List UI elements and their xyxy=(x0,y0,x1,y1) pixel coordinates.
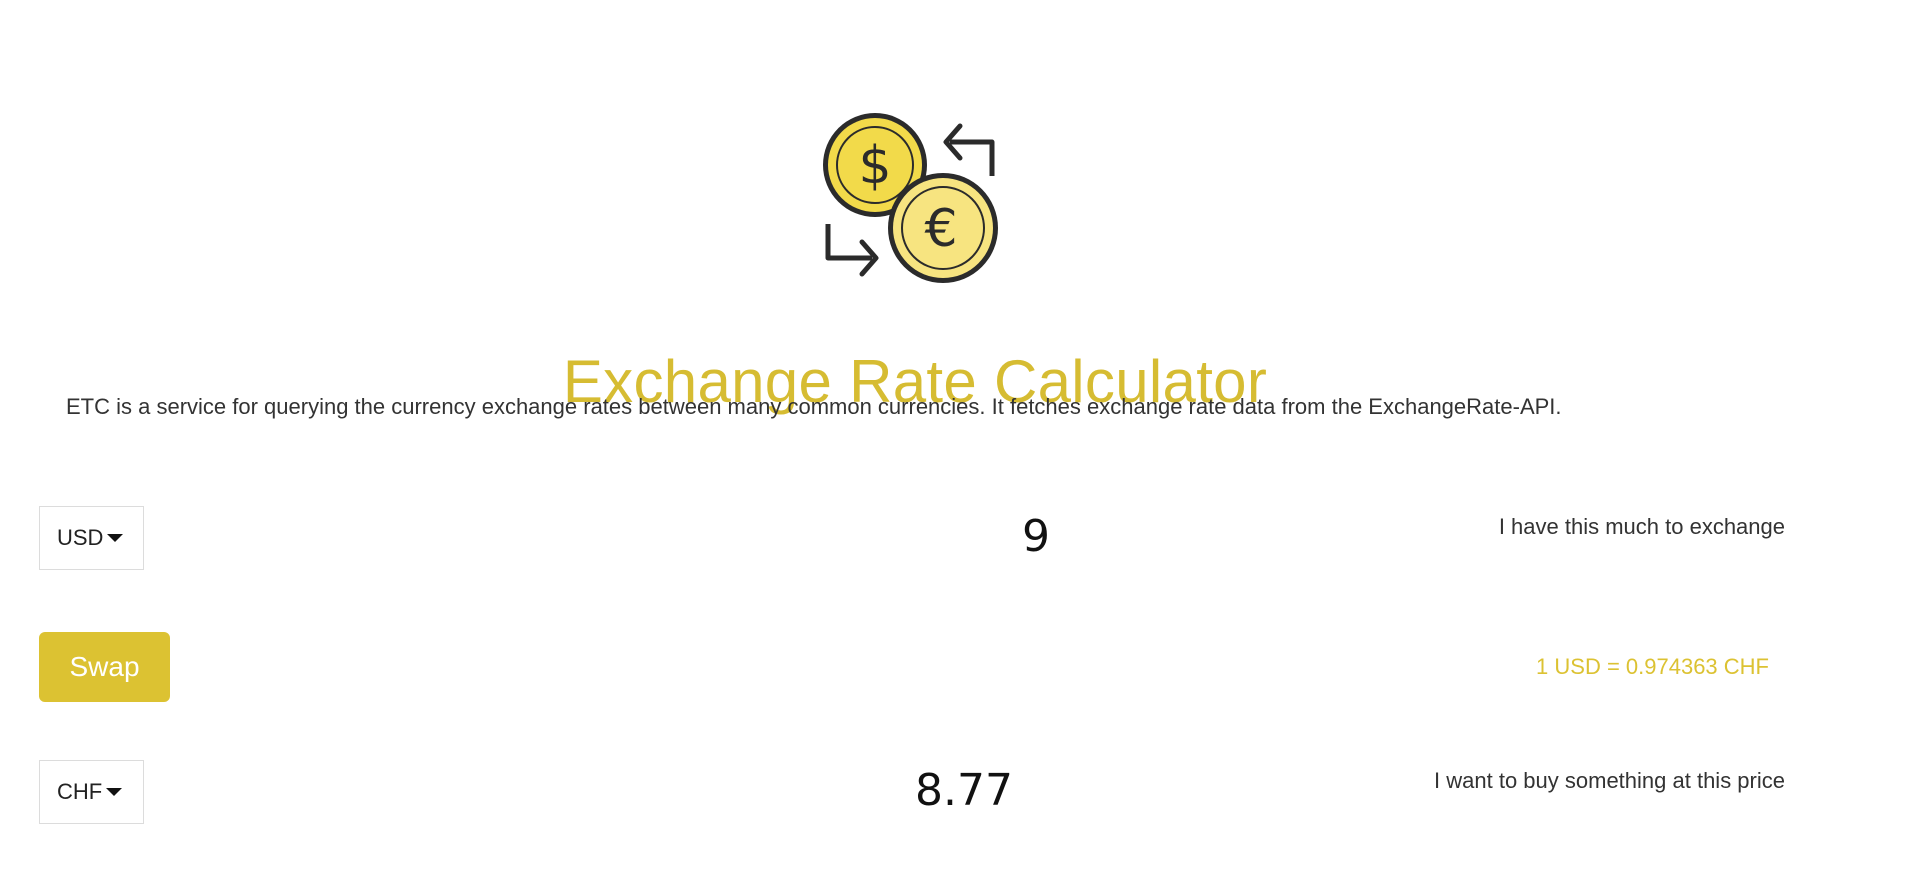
currency-exchange-icon: $ € xyxy=(823,113,998,283)
from-amount-caption: I have this much to exchange xyxy=(1498,514,1785,539)
exchange-rate-text: 1 USD = 0.974363 CHF xyxy=(1536,654,1769,679)
svg-text:$: $ xyxy=(858,136,891,196)
to-amount-caption: I want to buy something at this price xyxy=(1434,768,1785,793)
to-currency-select[interactable]: CHF xyxy=(39,760,144,824)
svg-text:€: € xyxy=(924,199,957,259)
from-amount-input[interactable] xyxy=(884,510,1188,563)
from-currency-select[interactable]: USD xyxy=(39,506,144,570)
service-description: ETC is a service for querying the curren… xyxy=(66,394,1562,419)
to-currency-label: CHF xyxy=(57,779,103,804)
from-currency-label: USD xyxy=(57,525,104,550)
swap-button[interactable]: Swap xyxy=(39,632,170,702)
caret-down-icon xyxy=(107,534,124,542)
caret-down-icon xyxy=(106,788,123,796)
to-amount-input[interactable] xyxy=(812,764,1116,817)
exchange-rate-calculator-page: $ € Exchange Rate Calculator ETC is a se… xyxy=(0,0,1919,886)
